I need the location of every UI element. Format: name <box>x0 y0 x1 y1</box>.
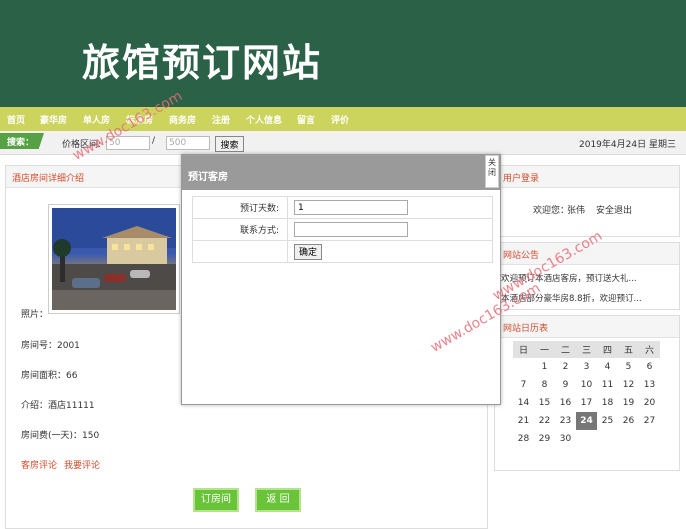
calendar-weekday: 日 <box>513 341 534 358</box>
calendar-day[interactable]: 28 <box>513 430 534 448</box>
calendar-weekday: 二 <box>555 341 576 358</box>
calendar-day[interactable]: 3 <box>576 358 597 376</box>
room-fee: 房间费(一天)：150 <box>21 431 100 441</box>
calendar-day <box>618 430 639 448</box>
book-room-button[interactable]: 订房间 <box>193 488 239 512</box>
booking-form: 预订天数: 联系方式: 确定 <box>192 196 493 263</box>
room-reviews-link[interactable]: 客房评论 <box>21 458 57 471</box>
notice-title: 网站公告 <box>503 251 540 261</box>
calendar-day[interactable]: 10 <box>576 376 597 394</box>
days-label: 预订天数: <box>192 196 288 219</box>
room-intro: 介绍：酒店11111 <box>21 401 95 411</box>
calendar-day[interactable]: 22 <box>534 412 555 430</box>
calendar-day[interactable]: 21 <box>513 412 534 430</box>
main-nav: 首页 豪华房 单人房 标准房 商务房 注册 个人信息 留言 评价 <box>0 107 686 131</box>
welcome-label: 欢迎您： <box>533 206 570 216</box>
calendar-day[interactable]: 4 <box>597 358 618 376</box>
calendar-day[interactable]: 25 <box>597 412 618 430</box>
calendar-day <box>597 430 618 448</box>
nav-item-business[interactable]: 商务房 <box>169 113 196 126</box>
calendar-day[interactable]: 13 <box>639 376 660 394</box>
calendar-day[interactable]: 8 <box>534 376 555 394</box>
nav-item-register[interactable]: 注册 <box>212 113 230 126</box>
user-login-title: 用户登录 <box>503 174 540 184</box>
calendar-day <box>513 358 534 376</box>
current-date: 2019年4月24日 星期三 <box>579 140 676 150</box>
search-tag: 搜索： <box>0 133 44 149</box>
room-detail-title: 酒店房间详细介绍 <box>12 174 85 184</box>
calendar-day[interactable]: 7 <box>513 376 534 394</box>
days-input[interactable] <box>294 200 408 215</box>
username: 张伟 <box>567 206 586 216</box>
calendar-weekday: 一 <box>534 341 555 358</box>
calendar-day[interactable]: 6 <box>639 358 660 376</box>
calendar-day[interactable]: 24 <box>576 412 597 430</box>
price-max-input[interactable] <box>166 136 210 150</box>
calendar-day[interactable]: 16 <box>555 394 576 412</box>
calendar-day <box>576 430 597 448</box>
nav-item-messages[interactable]: 留言 <box>297 113 315 126</box>
room-area: 房间面积：66 <box>21 371 78 381</box>
contact-input[interactable] <box>294 222 408 237</box>
photo-label: 照片： <box>21 310 49 320</box>
calendar-weekday: 六 <box>639 341 660 358</box>
logout-link[interactable]: 安全退出 <box>596 203 632 216</box>
calendar-day[interactable]: 15 <box>534 394 555 412</box>
calendar-weekday: 三 <box>576 341 597 358</box>
site-title: 旅馆预订网站 <box>82 41 323 85</box>
nav-item-profile[interactable]: 个人信息 <box>246 113 282 126</box>
price-separator: / <box>152 136 156 146</box>
calendar-day[interactable]: 11 <box>597 376 618 394</box>
calendar-grid: 日一二三四五六 1 2 3 4 5 6 7 8 9 10 11 12 13 14 15 16 17 18 19 20 2… <box>513 341 660 448</box>
booking-modal: 预订客房 关闭 预订天数: 联系方式: 确定 <box>181 154 501 405</box>
search-button[interactable]: 搜索 <box>215 136 244 152</box>
calendar-day[interactable]: 2 <box>555 358 576 376</box>
calendar-day[interactable]: 1 <box>534 358 555 376</box>
room-number: 房间号：2001 <box>21 341 80 351</box>
calendar-day[interactable]: 27 <box>639 412 660 430</box>
calendar-day[interactable]: 30 <box>555 430 576 448</box>
calendar-weekday: 五 <box>618 341 639 358</box>
nav-item-deluxe[interactable]: 豪华房 <box>40 113 67 126</box>
calendar-day[interactable]: 20 <box>639 394 660 412</box>
nav-item-single[interactable]: 单人房 <box>83 113 110 126</box>
calendar-day[interactable]: 26 <box>618 412 639 430</box>
calendar-day[interactable]: 9 <box>555 376 576 394</box>
confirm-button[interactable]: 确定 <box>294 243 322 260</box>
nav-item-reviews[interactable]: 评价 <box>331 113 349 126</box>
write-review-link[interactable]: 我要评论 <box>64 458 100 471</box>
back-button[interactable]: 返 回 <box>255 488 301 512</box>
calendar-day[interactable]: 18 <box>597 394 618 412</box>
calendar-day[interactable]: 5 <box>618 358 639 376</box>
booking-modal-title: 预订客房 <box>188 172 228 183</box>
calendar-title: 网站日历表 <box>503 324 549 334</box>
nav-item-home[interactable]: 首页 <box>7 113 25 126</box>
calendar-day[interactable]: 23 <box>555 412 576 430</box>
calendar-day[interactable]: 17 <box>576 394 597 412</box>
calendar-day[interactable]: 29 <box>534 430 555 448</box>
calendar-day <box>639 430 660 448</box>
calendar-day[interactable]: 12 <box>618 376 639 394</box>
room-photo <box>48 204 180 314</box>
calendar-weekday: 四 <box>597 341 618 358</box>
close-button[interactable]: 关闭 <box>485 155 499 188</box>
contact-label: 联系方式: <box>192 218 288 241</box>
user-login-panel: 用户登录 欢迎您： 张伟 安全退出 <box>494 165 680 237</box>
calendar-day[interactable]: 14 <box>513 394 534 412</box>
calendar-day[interactable]: 19 <box>618 394 639 412</box>
